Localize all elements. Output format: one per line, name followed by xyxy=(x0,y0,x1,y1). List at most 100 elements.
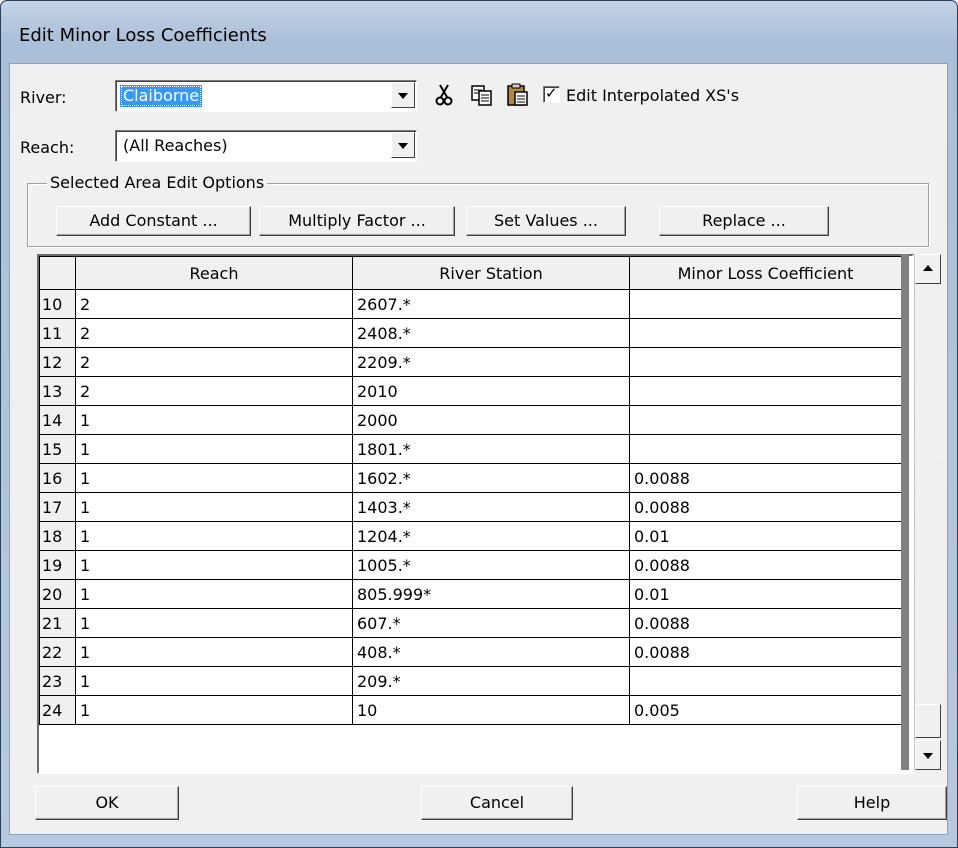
minor-loss-coefficient-cell[interactable]: 0.005 xyxy=(629,695,902,725)
table-row[interactable]: 12 2 2209.* xyxy=(39,347,902,377)
scroll-up-button[interactable] xyxy=(915,254,941,284)
river-station-cell[interactable]: 10 xyxy=(352,695,630,725)
table-row[interactable]: 17 1 1403.* 0.0088 xyxy=(39,492,902,522)
minor-loss-coefficient-cell[interactable] xyxy=(629,318,902,348)
reach-cell[interactable]: 1 xyxy=(75,434,353,464)
table-row[interactable]: 15 1 1801.* xyxy=(39,434,902,464)
minor-loss-coefficient-cell[interactable]: 0.01 xyxy=(629,579,902,609)
river-station-cell[interactable]: 209.* xyxy=(352,666,630,696)
table-row[interactable]: 10 2 2607.* xyxy=(39,289,902,319)
reach-select-value: (All Reaches) xyxy=(123,136,228,155)
river-station-column-header[interactable]: River Station xyxy=(352,256,630,290)
copy-button[interactable] xyxy=(468,80,496,110)
table-row[interactable]: 11 2 2408.* xyxy=(39,318,902,348)
reach-dropdown-button[interactable] xyxy=(391,132,415,158)
vertical-scrollbar[interactable] xyxy=(914,254,941,770)
reach-column-header[interactable]: Reach xyxy=(75,256,353,290)
reach-cell[interactable]: 1 xyxy=(75,550,353,580)
paste-button[interactable] xyxy=(504,80,532,110)
reach-cell[interactable]: 1 xyxy=(75,608,353,638)
add-constant-button[interactable]: Add Constant ... xyxy=(56,206,251,236)
cut-button[interactable] xyxy=(430,80,458,110)
row-number-cell: 13 xyxy=(39,376,76,406)
minor-loss-coefficient-cell[interactable] xyxy=(629,289,902,319)
reach-cell[interactable]: 2 xyxy=(75,289,353,319)
river-station-cell[interactable]: 408.* xyxy=(352,637,630,667)
edit-interpolated-label[interactable]: Edit Interpolated XS's xyxy=(566,86,739,105)
selected-area-edit-options-legend: Selected Area Edit Options xyxy=(47,173,268,192)
minor-loss-coefficient-cell[interactable] xyxy=(629,666,902,696)
row-number-cell: 18 xyxy=(39,521,76,551)
river-station-cell[interactable]: 2408.* xyxy=(352,318,630,348)
reach-cell[interactable]: 1 xyxy=(75,521,353,551)
table-row[interactable]: 22 1 408.* 0.0088 xyxy=(39,637,902,667)
river-dropdown-button[interactable] xyxy=(391,82,415,108)
multiply-factor-button[interactable]: Multiply Factor ... xyxy=(259,206,455,236)
table-row[interactable]: 24 1 10 0.005 xyxy=(39,695,902,725)
reach-cell[interactable]: 2 xyxy=(75,376,353,406)
set-values-button[interactable]: Set Values ... xyxy=(466,206,626,236)
table-row[interactable]: 14 1 2000 xyxy=(39,405,902,435)
river-station-cell[interactable]: 1005.* xyxy=(352,550,630,580)
river-station-cell[interactable]: 2000 xyxy=(352,405,630,435)
help-button[interactable]: Help xyxy=(797,786,947,820)
row-number-cell: 22 xyxy=(39,637,76,667)
ok-button[interactable]: OK xyxy=(35,786,179,820)
minor-loss-coefficient-cell[interactable]: 0.0088 xyxy=(629,463,902,493)
minor-loss-coefficient-cell[interactable]: 0.0088 xyxy=(629,637,902,667)
scissors-icon xyxy=(435,84,453,106)
minor-loss-coefficient-cell[interactable] xyxy=(629,376,902,406)
row-number-cell: 21 xyxy=(39,608,76,638)
row-number-cell: 20 xyxy=(39,579,76,609)
reach-cell[interactable]: 1 xyxy=(75,405,353,435)
reach-label: Reach: xyxy=(20,138,75,157)
reach-cell[interactable]: 1 xyxy=(75,579,353,609)
river-station-cell[interactable]: 1602.* xyxy=(352,463,630,493)
minor-loss-coefficient-cell[interactable]: 0.0088 xyxy=(629,608,902,638)
reach-cell[interactable]: 1 xyxy=(75,492,353,522)
reach-select[interactable]: (All Reaches) xyxy=(115,130,417,162)
reach-cell[interactable]: 1 xyxy=(75,695,353,725)
reach-cell[interactable]: 2 xyxy=(75,347,353,377)
cancel-button[interactable]: Cancel xyxy=(421,786,573,820)
table-row[interactable]: 13 2 2010 xyxy=(39,376,902,406)
table-row[interactable]: 23 1 209.* xyxy=(39,666,902,696)
river-station-cell[interactable]: 1403.* xyxy=(352,492,630,522)
minor-loss-coefficient-cell[interactable] xyxy=(629,434,902,464)
minor-loss-coefficient-cell[interactable]: 0.0088 xyxy=(629,492,902,522)
row-number-cell: 19 xyxy=(39,550,76,580)
reach-cell[interactable]: 1 xyxy=(75,666,353,696)
row-number-cell: 23 xyxy=(39,666,76,696)
edit-interpolated-checkbox[interactable]: ✓ xyxy=(543,84,560,103)
minor-loss-coefficient-cell[interactable]: 0.0088 xyxy=(629,550,902,580)
scroll-thumb[interactable] xyxy=(915,704,941,738)
river-station-cell[interactable]: 1801.* xyxy=(352,434,630,464)
scroll-down-button[interactable] xyxy=(915,740,941,770)
reach-cell[interactable]: 1 xyxy=(75,463,353,493)
table-header-row: Reach River Station Minor Loss Coefficie… xyxy=(39,256,902,290)
table-row[interactable]: 21 1 607.* 0.0088 xyxy=(39,608,902,638)
minor-loss-coefficient-column-header[interactable]: Minor Loss Coefficient xyxy=(629,256,902,290)
river-station-cell[interactable]: 2209.* xyxy=(352,347,630,377)
river-station-cell[interactable]: 2010 xyxy=(352,376,630,406)
minor-loss-coefficient-cell[interactable] xyxy=(629,405,902,435)
table-row[interactable]: 20 1 805.999* 0.01 xyxy=(39,579,902,609)
arrow-up-icon xyxy=(923,265,933,271)
river-station-cell[interactable]: 1204.* xyxy=(352,521,630,551)
minor-loss-table[interactable]: Reach River Station Minor Loss Coefficie… xyxy=(37,254,914,774)
minor-loss-coefficient-cell[interactable] xyxy=(629,347,902,377)
river-label: River: xyxy=(20,88,67,107)
river-station-cell[interactable]: 607.* xyxy=(352,608,630,638)
river-select[interactable]: Claiborne xyxy=(115,80,417,112)
row-number-cell: 10 xyxy=(39,289,76,319)
minor-loss-coefficient-cell[interactable]: 0.01 xyxy=(629,521,902,551)
reach-cell[interactable]: 2 xyxy=(75,318,353,348)
table-row[interactable]: 18 1 1204.* 0.01 xyxy=(39,521,902,551)
river-station-cell[interactable]: 805.999* xyxy=(352,579,630,609)
river-station-cell[interactable]: 2607.* xyxy=(352,289,630,319)
table-row[interactable]: 16 1 1602.* 0.0088 xyxy=(39,463,902,493)
reach-cell[interactable]: 1 xyxy=(75,637,353,667)
row-number-cell: 16 xyxy=(39,463,76,493)
replace-button[interactable]: Replace ... xyxy=(659,206,829,236)
table-row[interactable]: 19 1 1005.* 0.0088 xyxy=(39,550,902,580)
